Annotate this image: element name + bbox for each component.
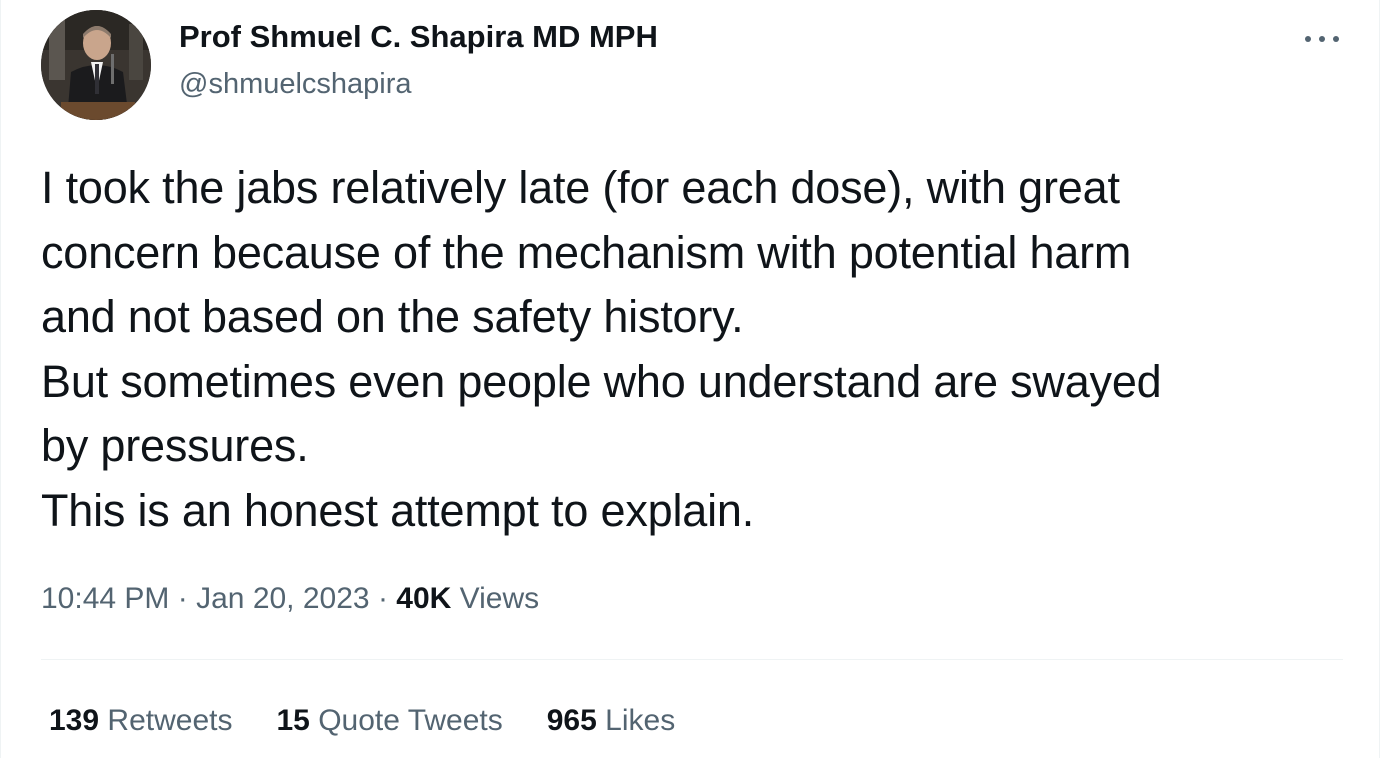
quotes-count: 15 bbox=[276, 704, 310, 737]
more-horizontal-icon[interactable] bbox=[1297, 22, 1349, 56]
tweet-text-line: But sometimes even people who understand… bbox=[41, 355, 1162, 407]
retweets-count: 139 bbox=[49, 704, 100, 737]
likes-count: 965 bbox=[546, 704, 597, 737]
tweet-time[interactable]: 10:44 PM bbox=[41, 582, 169, 615]
tweet-text: I took the jabs relatively late (for eac… bbox=[41, 156, 1361, 543]
profile-photo-icon bbox=[41, 10, 151, 120]
tweet-text-line: and not based on the safety history. bbox=[41, 291, 744, 342]
divider bbox=[41, 659, 1343, 660]
tweet-text-line: by pressures. bbox=[41, 420, 309, 471]
author-avatar[interactable] bbox=[41, 10, 151, 120]
quotes-label: Quote Tweets bbox=[318, 704, 503, 737]
likes-stat[interactable]: 965 Likes bbox=[547, 702, 675, 740]
views-count: 40K bbox=[396, 582, 452, 615]
tweet-text-line: concern because of the mechanism with po… bbox=[41, 226, 1132, 278]
retweets-stat[interactable]: 139 Retweets bbox=[49, 702, 232, 740]
likes-label: Likes bbox=[605, 704, 676, 737]
engagement-stats: 139 Retweets 15 Quote Tweets 965 Likes bbox=[49, 702, 719, 740]
meta-separator: · bbox=[377, 582, 388, 615]
tweet-date[interactable]: Jan 20, 2023 bbox=[196, 582, 369, 615]
author-name[interactable]: Prof Shmuel C. Shapira MD MPH bbox=[179, 18, 658, 56]
quote-tweets-stat[interactable]: 15 Quote Tweets bbox=[276, 702, 502, 740]
views-label: Views bbox=[459, 582, 540, 615]
tweet-text-line: I took the jabs relatively late (for eac… bbox=[41, 162, 1120, 213]
tweet-text-line: This is an honest attempt to explain. bbox=[41, 484, 754, 536]
tweet-meta: 10:44 PM · Jan 20, 2023 · 40K Views bbox=[41, 580, 539, 618]
meta-separator: · bbox=[177, 582, 188, 615]
tweet-card: Prof Shmuel C. Shapira MD MPH @shmuelcsh… bbox=[0, 0, 1380, 758]
author-handle[interactable]: @shmuelcshapira bbox=[179, 66, 412, 102]
retweets-label: Retweets bbox=[107, 704, 233, 737]
